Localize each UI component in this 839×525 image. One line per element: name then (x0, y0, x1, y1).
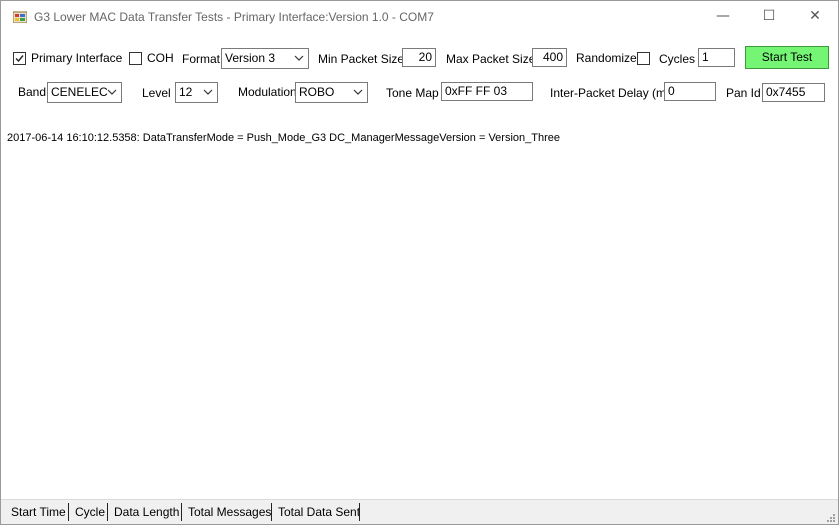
chevron-down-icon (294, 55, 304, 61)
format-label: Format (182, 52, 221, 66)
status-total-messages: Total Messages (188, 505, 272, 519)
inter-packet-delay-label: Inter-Packet Delay (ms) (550, 86, 677, 100)
band-label: Band (18, 85, 47, 99)
modulation-select[interactable]: ROBO (295, 82, 368, 103)
cycles-label: Cycles (659, 52, 696, 66)
primary-interface-checkbox[interactable] (13, 52, 26, 65)
modulation-value: ROBO (299, 85, 335, 99)
status-divider (359, 503, 360, 521)
status-bar: Start Time Cycle Data Length Total Messa… (1, 499, 838, 524)
inter-packet-delay-input[interactable]: 0 (664, 82, 716, 101)
status-total-data-sent: Total Data Sent (278, 505, 361, 519)
pan-id-input[interactable]: 0x7455 (762, 83, 825, 102)
status-divider (107, 503, 108, 521)
maximize-button[interactable]: ☐ (746, 1, 792, 33)
title-bar: G3 Lower MAC Data Transfer Tests - Prima… (1, 1, 838, 33)
window-title: G3 Lower MAC Data Transfer Tests - Prima… (34, 10, 434, 24)
modulation-label: Modulation (238, 85, 297, 99)
status-start-time: Start Time (11, 505, 66, 519)
status-data-length: Data Length (114, 505, 180, 519)
close-button[interactable]: ✕ (792, 1, 838, 33)
status-divider (181, 503, 182, 521)
start-test-button[interactable]: Start Test (745, 46, 829, 69)
level-label: Level (142, 86, 171, 100)
pan-id-label: Pan Id (726, 86, 761, 100)
tone-map-label: Tone Map (386, 86, 439, 100)
format-value: Version 3 (225, 51, 276, 65)
max-packet-size-label: Max Packet Size (446, 52, 536, 66)
status-divider (271, 503, 272, 521)
chevron-down-icon (353, 89, 363, 95)
band-select[interactable]: CENELEC (47, 82, 122, 103)
coh-label: COH (147, 51, 174, 65)
app-icon (13, 11, 27, 23)
max-packet-size-input[interactable]: 400 (532, 48, 567, 67)
min-packet-size-label: Min Packet Size (318, 52, 405, 66)
randomize-label: Randomize (576, 51, 637, 65)
band-value: CENELEC (51, 85, 108, 99)
status-divider (68, 503, 69, 521)
primary-interface-label: Primary Interface (31, 51, 123, 65)
minimize-button[interactable]: — (700, 1, 746, 33)
coh-checkbox[interactable] (129, 52, 142, 65)
level-value: 12 (179, 85, 193, 99)
log-line: 2017-06-14 16:10:12.5358: DataTransferMo… (7, 132, 560, 144)
chevron-down-icon (203, 89, 213, 95)
app-window: G3 Lower MAC Data Transfer Tests - Prima… (0, 0, 839, 525)
checkmark-icon (15, 55, 24, 63)
status-cycle: Cycle (75, 505, 106, 519)
randomize-checkbox[interactable] (637, 52, 650, 65)
cycles-input[interactable]: 1 (698, 48, 735, 67)
resize-grip-icon[interactable] (825, 512, 835, 522)
log-output[interactable]: 2017-06-14 16:10:12.5358: DataTransferMo… (7, 132, 560, 144)
chevron-down-icon (107, 89, 117, 95)
format-select[interactable]: Version 3 (221, 48, 309, 69)
level-select[interactable]: 12 (175, 82, 218, 103)
min-packet-size-input[interactable]: 20 (402, 48, 436, 67)
tone-map-input[interactable]: 0xFF FF 03 (441, 82, 533, 101)
